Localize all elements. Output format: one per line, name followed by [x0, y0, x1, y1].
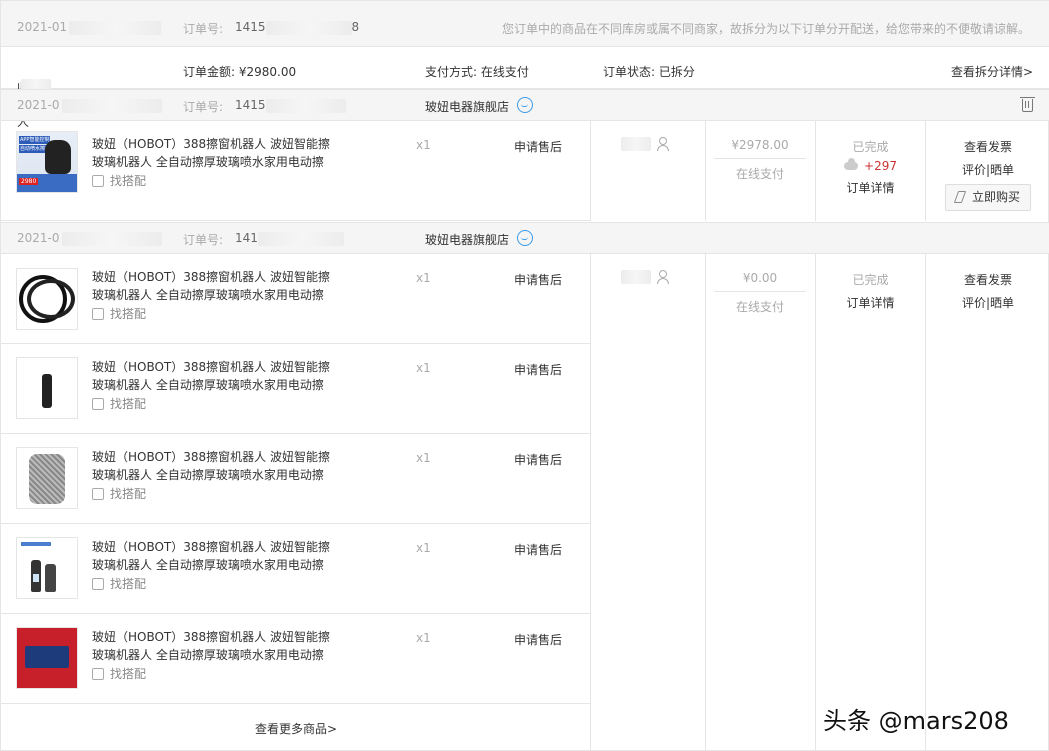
product-title[interactable]: 玻妞（HOBOT）388擦窗机器人 波妞智能擦玻璃机器人 全自动擦厚玻璃喷水家用… — [92, 538, 332, 574]
product-row: 玻妞（HOBOT）388擦窗机器人 波妞智能擦玻璃机器人 全自动擦厚玻璃喷水家用… — [1, 524, 591, 614]
match-icon — [92, 175, 104, 187]
review-link[interactable]: 评价|晒单 — [926, 294, 1049, 311]
product-thumbnail[interactable] — [16, 627, 78, 689]
shop-name[interactable]: 玻妞电器旗舰店 — [425, 231, 509, 248]
cloud-icon — [844, 158, 859, 170]
bolt-icon — [953, 191, 967, 203]
find-match[interactable]: 找搭配 — [92, 665, 146, 682]
split-notice: 您订单中的商品在不同库房或属不同商家，故拆分为以下订单分开配送，给您带来的不便敬… — [501, 22, 1030, 36]
order-detail-link[interactable]: 订单详情 — [816, 294, 925, 311]
match-icon — [92, 488, 104, 500]
price-cell: ¥2978.00 在线支付 — [714, 138, 806, 182]
suborder-no: 1415 — [235, 98, 346, 113]
product-qty: x1 — [416, 541, 431, 555]
points: +297 — [816, 158, 925, 173]
after-sale-link[interactable]: 申请售后 — [514, 541, 562, 558]
match-icon — [92, 578, 104, 590]
product-qty: x1 — [416, 271, 431, 285]
suborder-date: 2021-0 — [17, 98, 162, 113]
thumb-price: 2980 — [19, 178, 39, 185]
product-title[interactable]: 玻妞（HOBOT）388擦窗机器人 波妞智能擦玻璃机器人 全自动擦厚玻璃喷水家用… — [92, 358, 332, 394]
view-invoice-link[interactable]: 查看发票 — [926, 271, 1049, 288]
chat-icon[interactable] — [517, 97, 533, 113]
view-more-link[interactable]: 查看更多商品> — [1, 704, 591, 737]
product-row: APP智能控制 自动喷水擦窗 2980 玻妞（HOBOT）388擦窗机器人 波妞… — [1, 121, 591, 221]
product-thumbnail[interactable] — [16, 357, 78, 419]
suborder-header: 2021-0 订单号: 1415 玻妞电器旗舰店 — [1, 89, 1049, 121]
view-invoice-link[interactable]: 查看发票 — [926, 138, 1049, 155]
receiver-cell — [621, 136, 669, 151]
status-text: 已完成 — [852, 140, 889, 154]
find-match[interactable]: 找搭配 — [92, 172, 146, 189]
product-qty: x1 — [416, 361, 431, 375]
order-no: 1415 8 — [235, 20, 360, 35]
after-sale-link[interactable]: 申请售后 — [514, 631, 562, 648]
suborder-no-label: 订单号: — [183, 100, 224, 114]
shop-name[interactable]: 玻妞电器旗舰店 — [425, 98, 509, 115]
review-link[interactable]: 评价|晒单 — [926, 161, 1049, 178]
suborder-no: 141 — [235, 231, 344, 246]
order-summary: 收货人 订单金额: ¥2980.00 支付方式: 在线支付 订单状态: 已拆分 … — [1, 47, 1049, 129]
match-icon — [92, 668, 104, 680]
order-status: 订单状态: 已拆分 — [603, 65, 695, 79]
find-match[interactable]: 找搭配 — [92, 575, 146, 592]
split-detail-link[interactable]: 查看拆分详情> — [951, 63, 1033, 80]
trash-icon[interactable] — [1020, 97, 1035, 112]
chat-icon[interactable] — [517, 230, 533, 246]
product-title[interactable]: 玻妞（HOBOT）388擦窗机器人 波妞智能擦玻璃机器人 全自动擦厚玻璃喷水家用… — [92, 448, 332, 484]
after-sale-link[interactable]: 申请售后 — [514, 361, 562, 378]
product-thumbnail[interactable] — [16, 537, 78, 599]
find-match[interactable]: 找搭配 — [92, 305, 146, 322]
match-icon — [92, 398, 104, 410]
after-sale-link[interactable]: 申请售后 — [514, 271, 562, 288]
price-cell: ¥0.00 在线支付 — [714, 271, 806, 315]
product-thumbnail[interactable]: APP智能控制 自动喷水擦窗 2980 — [16, 131, 78, 193]
after-sale-link[interactable]: 申请售后 — [514, 138, 562, 155]
price-amount: ¥2978.00 — [731, 138, 789, 152]
action-cell: 查看发票 评价|晒单 — [926, 271, 1049, 311]
action-cell: 查看发票 评价|晒单 立即购买 — [926, 138, 1049, 211]
product-qty: x1 — [416, 138, 431, 152]
product-qty: x1 — [416, 631, 431, 645]
status-cell: 已完成 订单详情 — [816, 271, 925, 311]
product-thumbnail[interactable] — [16, 447, 78, 509]
product-thumbnail[interactable] — [16, 268, 78, 330]
user-icon — [656, 269, 669, 284]
order-header: 2021-01 订单号: 1415 8 您订单中的商品在不同库房或属不同商家，故拆… — [1, 1, 1049, 47]
product-row: 玻妞（HOBOT）388擦窗机器人 波妞智能擦玻璃机器人 全自动擦厚玻璃喷水家用… — [1, 434, 591, 524]
user-icon — [656, 136, 669, 151]
suborder-date: 2021-0 — [17, 231, 162, 246]
payment-method: 支付方式: 在线支付 — [425, 65, 529, 79]
after-sale-link[interactable]: 申请售后 — [514, 451, 562, 468]
buy-now-button[interactable]: 立即购买 — [945, 184, 1031, 211]
watermark: 头条 @mars208 — [823, 707, 1009, 735]
product-row: 玻妞（HOBOT）388擦窗机器人 波妞智能擦玻璃机器人 全自动擦厚玻璃喷水家用… — [1, 614, 591, 704]
thumb-badge: APP智能控制 — [19, 136, 51, 144]
order-date: 2021-01 — [17, 20, 162, 35]
status-text: 已完成 — [852, 273, 889, 287]
price-amount: ¥0.00 — [742, 271, 778, 285]
order-detail-link[interactable]: 订单详情 — [816, 179, 925, 196]
receiver-cell — [621, 269, 669, 284]
find-match[interactable]: 找搭配 — [92, 485, 146, 502]
suborder-no-label: 订单号: — [183, 233, 224, 247]
order-panel: 2021-01 订单号: 1415 8 您订单中的商品在不同库房或属不同商家，故拆… — [0, 0, 1049, 751]
find-match[interactable]: 找搭配 — [92, 395, 146, 412]
match-icon — [92, 308, 104, 320]
pay-method: 在线支付 — [735, 300, 784, 314]
product-qty: x1 — [416, 451, 431, 465]
order-no-label: 订单号: — [183, 22, 224, 36]
product-row: 玻妞（HOBOT）388擦窗机器人 波妞智能擦玻璃机器人 全自动擦厚玻璃喷水家用… — [1, 344, 591, 434]
product-row: 玻妞（HOBOT）388擦窗机器人 波妞智能擦玻璃机器人 全自动擦厚玻璃喷水家用… — [1, 254, 591, 344]
status-cell: 已完成 +297 订单详情 — [816, 138, 925, 196]
order-amount: 订单金额: ¥2980.00 — [183, 65, 297, 79]
product-title[interactable]: 玻妞（HOBOT）388擦窗机器人 波妞智能擦玻璃机器人 全自动擦厚玻璃喷水家用… — [92, 628, 332, 664]
pay-method: 在线支付 — [735, 167, 784, 181]
product-title[interactable]: 玻妞（HOBOT）388擦窗机器人 波妞智能擦玻璃机器人 全自动擦厚玻璃喷水家用… — [92, 135, 332, 171]
suborder-header: 2021-0 订单号: 141 玻妞电器旗舰店 — [1, 222, 1049, 254]
product-title[interactable]: 玻妞（HOBOT）388擦窗机器人 波妞智能擦玻璃机器人 全自动擦厚玻璃喷水家用… — [92, 268, 332, 304]
